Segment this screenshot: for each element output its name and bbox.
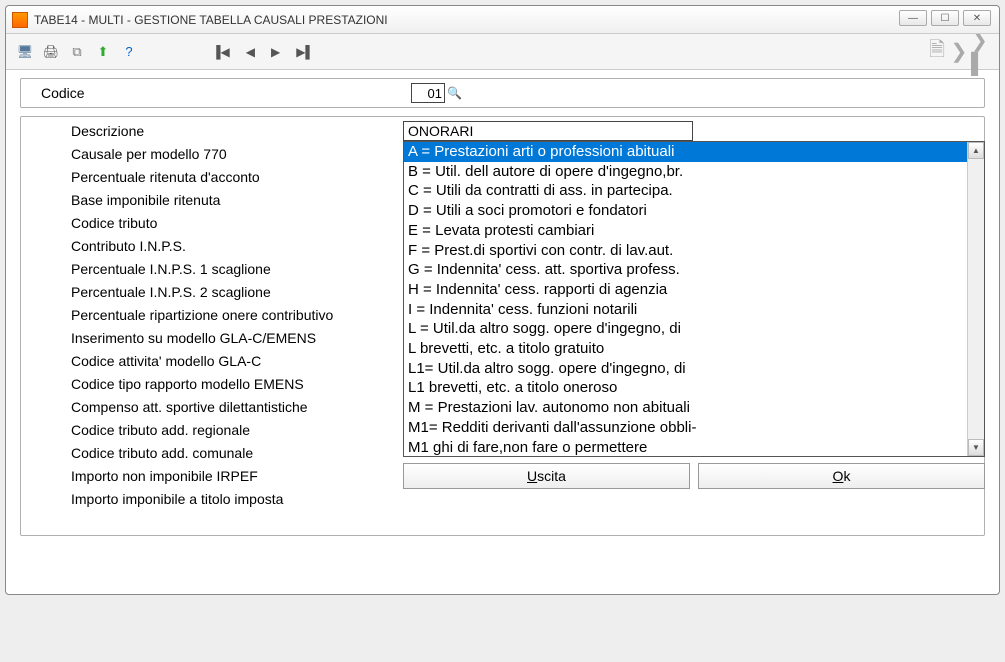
codice-input[interactable] — [411, 83, 445, 103]
field-label: Percentuale I.N.P.S. 2 scaglione — [71, 284, 271, 300]
codice-label: Codice — [41, 85, 411, 101]
nav-next-icon[interactable]: ▶ — [267, 43, 284, 61]
causale-dropdown-list[interactable]: A = Prestazioni arti o professioni abitu… — [403, 141, 985, 457]
field-label-row: Importo imponibile a titolo imposta — [21, 487, 984, 510]
dropdown-item[interactable]: L1 brevetti, etc. a titolo oneroso — [404, 378, 967, 398]
field-label: Codice attivita' modello GLA-C — [71, 353, 261, 369]
scroll-down-icon[interactable]: ▼ — [968, 439, 984, 456]
print-icon[interactable]: 🖨 — [40, 41, 62, 63]
dropdown-item[interactable]: E = Levata protesti cambiari — [404, 221, 967, 241]
dropdown-item[interactable]: M1= Redditi derivanti dall'assunzione ob… — [404, 418, 967, 438]
help-icon[interactable]: ? — [118, 41, 140, 63]
close-button[interactable]: ✕ — [963, 10, 991, 26]
field-label: Percentuale ritenuta d'acconto — [71, 169, 260, 185]
nav-last-icon[interactable]: ▶▌ — [292, 43, 318, 61]
preview-icon[interactable]: 🖥 — [14, 41, 36, 63]
field-label: Compenso att. sportive dilettantistiche — [71, 399, 308, 415]
minimize-button[interactable]: — — [899, 10, 927, 26]
field-label: Base imponibile ritenuta — [71, 192, 220, 208]
scrollbar[interactable]: ▲ ▼ — [967, 142, 984, 456]
fields-panel: Descrizione Causale per modello 770 Perce… — [20, 116, 985, 536]
dropdown-item[interactable]: L = Util.da altro sogg. opere d'ingegno,… — [404, 319, 967, 339]
titlebar[interactable]: TABE14 - MULTI - GESTIONE TABELLA CAUSAL… — [6, 6, 999, 34]
dropdown-item[interactable]: F = Prest.di sportivi con contr. di lav.… — [404, 241, 967, 261]
window-title: TABE14 - MULTI - GESTIONE TABELLA CAUSAL… — [34, 13, 388, 27]
field-label: Codice tributo — [71, 215, 157, 231]
dropdown-item[interactable]: D = Utili a soci promotori e fondatori — [404, 201, 967, 221]
nav-prev-icon[interactable]: ◀ — [242, 43, 259, 61]
dropdown-item[interactable]: A = Prestazioni arti o professioni abitu… — [404, 142, 967, 162]
dropdown-item[interactable]: M = Prestazioni lav. autonomo non abitua… — [404, 398, 967, 418]
dropdown-item[interactable]: M1 ghi di fare,non fare o permettere — [404, 438, 967, 456]
dropdown-item[interactable]: L1= Util.da altro sogg. opere d'ingegno,… — [404, 359, 967, 379]
descrizione-input[interactable] — [403, 121, 693, 141]
dropdown-item[interactable]: H = Indennita' cess. rapporti di agenzia — [404, 280, 967, 300]
field-label: Percentuale I.N.P.S. 1 scaglione — [71, 261, 271, 277]
ok-button[interactable]: Ok — [698, 463, 985, 489]
descrizione-label: Descrizione — [71, 123, 403, 139]
dropdown-item[interactable]: B = Util. dell autore di opere d'ingegno… — [404, 162, 967, 182]
export-icon[interactable]: ⬆ — [92, 41, 114, 63]
dropdown-item[interactable]: I = Indennita' cess. funzioni notarili — [404, 300, 967, 320]
nav-first-icon[interactable]: ▐◀ — [208, 43, 234, 61]
record-nav: ▐◀ ◀ ▶ ▶▌ — [208, 43, 318, 61]
app-icon — [12, 12, 28, 28]
lookup-icon[interactable]: 🔍 — [447, 86, 462, 100]
field-label: Codice tipo rapporto modello EMENS — [71, 376, 304, 392]
codice-panel: Codice 🔍 — [20, 78, 985, 108]
field-label: Percentuale ripartizione onere contribut… — [71, 307, 333, 323]
app-window: TABE14 - MULTI - GESTIONE TABELLA CAUSAL… — [5, 5, 1000, 595]
field-label: Importo non imponibile IRPEF — [71, 468, 258, 484]
field-label: Inserimento su modello GLA-C/EMENS — [71, 330, 316, 346]
field-label: Contributo I.N.P.S. — [71, 238, 186, 254]
forward-icon[interactable]: ❯ — [949, 41, 969, 63]
field-label: Importo imponibile a titolo imposta — [71, 491, 283, 507]
field-label: Codice tributo add. regionale — [71, 422, 250, 438]
dropdown-item[interactable]: G = Indennita' cess. att. sportiva profe… — [404, 260, 967, 280]
scroll-up-icon[interactable]: ▲ — [968, 142, 984, 159]
uscita-button[interactable]: Uscita — [403, 463, 690, 489]
copy-icon[interactable]: ⧉ — [66, 41, 88, 63]
field-label: Causale per modello 770 — [71, 146, 227, 162]
forward-end-icon[interactable]: ❯▌ — [971, 41, 991, 63]
dropdown-item[interactable]: L brevetti, etc. a titolo gratuito — [404, 339, 967, 359]
dropdown-item[interactable]: C = Utili da contratti di ass. in partec… — [404, 181, 967, 201]
maximize-button[interactable]: ☐ — [931, 10, 959, 26]
doc-icon[interactable]: 🗎 — [927, 41, 947, 63]
field-label: Codice tributo add. comunale — [71, 445, 253, 461]
scroll-track[interactable] — [968, 159, 984, 439]
toolbar: 🖥 🖨 ⧉ ⬆ ? ▐◀ ◀ ▶ ▶▌ 🗎 ❯ ❯▌ — [6, 34, 999, 70]
